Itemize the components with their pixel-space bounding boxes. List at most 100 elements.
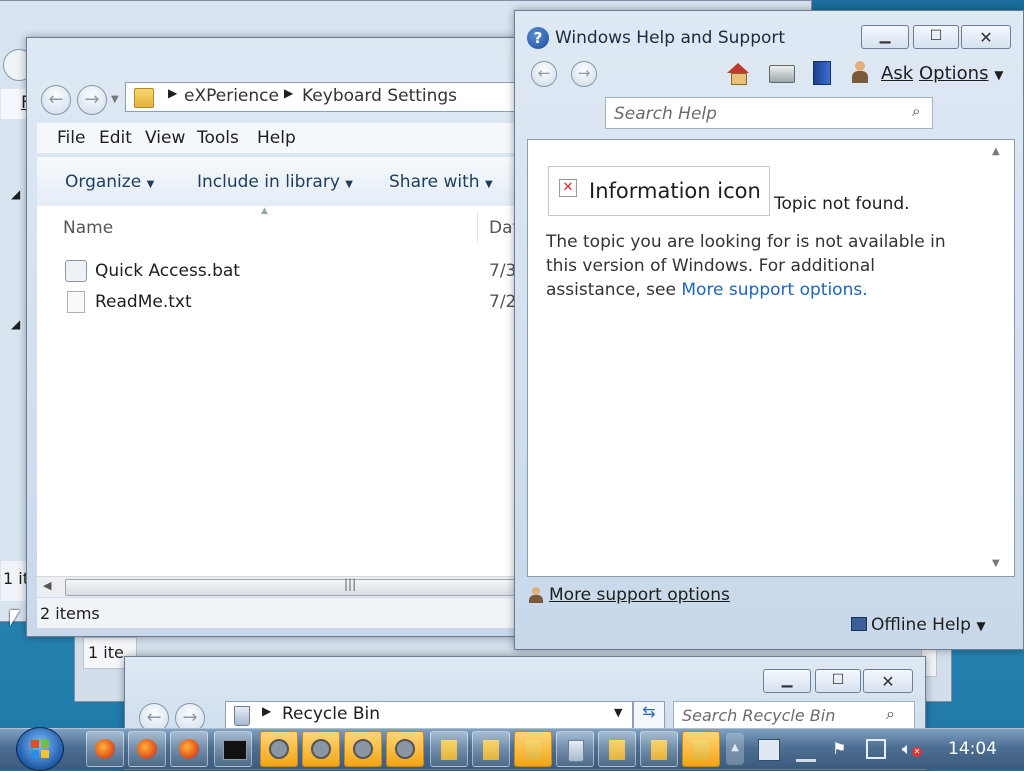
- search-help-input[interactable]: Search Help ⌕: [605, 97, 933, 129]
- forward-arrow-icon[interactable]: →: [571, 61, 597, 87]
- column-divider[interactable]: [477, 212, 478, 242]
- text-file-icon: [67, 291, 85, 313]
- breadcrumb-keyboard-settings[interactable]: Keyboard Settings: [302, 86, 457, 106]
- expand-arrow-icon[interactable]: ◢: [11, 187, 20, 201]
- breadcrumb-arrow-icon[interactable]: ▶: [262, 704, 271, 718]
- options-button[interactable]: Options ▼: [919, 63, 1003, 84]
- chevron-down-icon: ▼: [146, 179, 155, 190]
- help-message: The topic you are looking for is not ava…: [546, 230, 966, 302]
- firefox-taskbar-button[interactable]: [170, 731, 208, 767]
- recycle-address-bar[interactable]: ▶ Recycle Bin ▼: [225, 701, 633, 731]
- clock[interactable]: 14:04: [948, 739, 997, 759]
- search-icon[interactable]: ⌕: [912, 102, 920, 120]
- app-icon: [311, 739, 331, 759]
- firefox-taskbar-button[interactable]: [128, 731, 166, 767]
- more-support-options-link[interactable]: More support options: [681, 280, 862, 300]
- footer-support-link[interactable]: More support options: [549, 585, 730, 605]
- expand-arrow-icon[interactable]: ◢: [11, 317, 20, 331]
- windows-flag-green: [41, 740, 49, 748]
- menu-help[interactable]: Help: [257, 128, 296, 148]
- action-center-flag-icon[interactable]: ⚑: [832, 739, 852, 759]
- browse-help-icon[interactable]: [813, 61, 831, 85]
- folder-taskbar-button[interactable]: [430, 731, 468, 767]
- firefox-taskbar-button[interactable]: [86, 731, 124, 767]
- windows-flag-blue: [31, 750, 39, 758]
- ask-people-icon[interactable]: [851, 61, 871, 83]
- breadcrumb-experience[interactable]: eXPerience: [184, 86, 279, 106]
- windows-flag-red: [31, 740, 39, 748]
- folder-icon: [693, 740, 709, 760]
- organize-button[interactable]: Organize ▼: [65, 172, 154, 192]
- address-bar[interactable]: ▶ eXPerience ▶ Keyboard Settings: [125, 82, 545, 112]
- breadcrumb-arrow-icon[interactable]: ▶: [168, 86, 177, 100]
- back-arrow-icon[interactable]: ←: [41, 85, 71, 115]
- folder-taskbar-button[interactable]: [514, 731, 552, 767]
- list-item[interactable]: Quick Access.bat 7/3: [57, 258, 537, 286]
- menu-file[interactable]: File: [57, 128, 85, 148]
- breadcrumb-arrow-icon[interactable]: ▶: [284, 86, 293, 100]
- recycle-search-placeholder: Search Recycle Bin: [682, 706, 836, 725]
- ask-button[interactable]: Ask: [881, 63, 913, 84]
- folder-taskbar-button[interactable]: [472, 731, 510, 767]
- volume-muted-icon[interactable]: 🔈︎ ✕: [902, 739, 922, 759]
- maximize-button[interactable]: ☐: [815, 669, 861, 693]
- breadcrumb-recycle-bin[interactable]: Recycle Bin: [282, 704, 380, 724]
- app-taskbar-button[interactable]: [344, 731, 382, 767]
- file-list: ▲ Name Dat Quick Access.bat 7/3 ReadMe.t…: [37, 206, 537, 576]
- app-taskbar-button[interactable]: [260, 731, 298, 767]
- close-button[interactable]: ✕: [863, 669, 913, 693]
- chevron-down-icon: ▼: [484, 179, 493, 190]
- scrollbar-thumb[interactable]: |||: [65, 577, 537, 596]
- list-item[interactable]: ReadMe.txt 7/2: [57, 289, 537, 317]
- forward-arrow-icon[interactable]: →: [77, 85, 107, 115]
- app-icon: [269, 739, 289, 759]
- window-title: Windows Help and Support: [555, 28, 786, 48]
- info-icon-alt-text: Information icon: [589, 179, 761, 203]
- offline-monitor-icon: [851, 617, 867, 631]
- network-tray-icon[interactable]: [796, 739, 816, 762]
- address-dropdown-icon[interactable]: ▼: [614, 706, 622, 719]
- minimize-button[interactable]: ▁: [861, 25, 909, 49]
- menu-tools[interactable]: Tools: [197, 128, 239, 148]
- maximize-button[interactable]: ☐: [913, 25, 959, 49]
- grip-icon: |||: [344, 577, 357, 591]
- recycle-bin-taskbar-button[interactable]: [556, 731, 594, 767]
- refresh-icon[interactable]: ⇆: [633, 701, 665, 731]
- close-button[interactable]: ✕: [961, 25, 1011, 49]
- app-taskbar-button[interactable]: [302, 731, 340, 767]
- network-monitor-icon[interactable]: [866, 739, 886, 759]
- horizontal-scrollbar[interactable]: ◀ |||: [37, 576, 537, 597]
- firefox-icon: [179, 739, 199, 759]
- search-icon[interactable]: ⌕: [886, 704, 895, 724]
- back-arrow-icon[interactable]: ←: [531, 61, 557, 87]
- folder-taskbar-button[interactable]: [598, 731, 636, 767]
- print-icon[interactable]: [769, 65, 795, 83]
- explorer-window: ← → ▼ ▶ eXPerience ▶ Keyboard Settings F…: [26, 37, 545, 637]
- share-with-button[interactable]: Share with ▼: [389, 172, 493, 192]
- home-icon[interactable]: [727, 63, 749, 85]
- document-tray-icon[interactable]: [758, 739, 780, 761]
- file-date: 7/2: [489, 292, 517, 312]
- scroll-left-icon[interactable]: ◀: [43, 579, 51, 592]
- column-header-name[interactable]: Name: [63, 218, 113, 238]
- folder-icon: [483, 740, 499, 760]
- scroll-down-icon[interactable]: ▼: [992, 558, 1000, 569]
- menu-view[interactable]: View: [145, 128, 185, 148]
- menu-edit[interactable]: Edit: [99, 128, 132, 148]
- start-button[interactable]: [16, 727, 64, 771]
- app-taskbar-button[interactable]: [386, 731, 424, 767]
- folder-taskbar-button[interactable]: [682, 731, 720, 767]
- command-prompt-taskbar-button[interactable]: [214, 731, 252, 767]
- scroll-up-icon[interactable]: ▲: [992, 146, 1000, 157]
- folder-taskbar-button[interactable]: [640, 731, 678, 767]
- muted-badge-icon: ✕: [912, 747, 922, 757]
- chevron-down-icon: ▼: [994, 68, 1004, 82]
- search-recycle-bin-input[interactable]: Search Recycle Bin ⌕: [673, 701, 915, 731]
- recent-pages-chevron-icon[interactable]: ▼: [111, 94, 119, 105]
- head-shape: [532, 587, 540, 595]
- minimize-button[interactable]: ▁: [763, 669, 811, 693]
- offline-help-button[interactable]: Offline Help ▼: [871, 615, 986, 635]
- chevron-down-icon: ▼: [345, 179, 353, 190]
- include-in-library-button[interactable]: Include in library ▼: [197, 172, 353, 192]
- show-hidden-icons-button[interactable]: ▲: [726, 733, 744, 765]
